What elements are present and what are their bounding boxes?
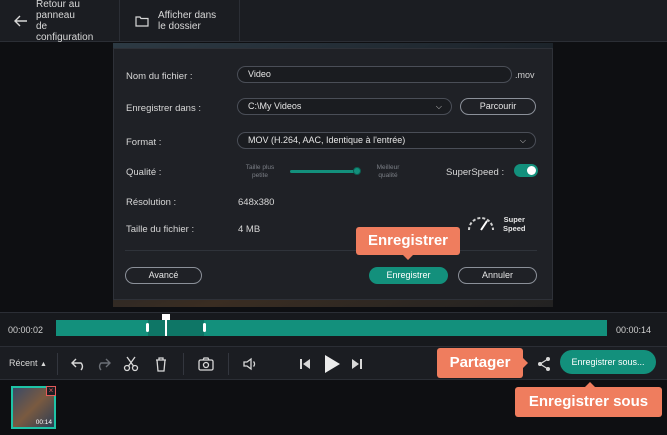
skip-forward-icon[interactable] <box>348 355 366 373</box>
filename-extension: .mov <box>515 70 535 80</box>
save-in-label: Enregistrer dans : <box>126 103 201 114</box>
quality-label: Qualité : <box>126 167 162 178</box>
superspeed-label: SuperSpeed : <box>446 167 505 178</box>
quality-high-hint: Meilleur qualité <box>376 164 400 179</box>
cut-marker-right[interactable] <box>203 323 206 332</box>
top-bar: Retour au panneau de configuration Affic… <box>0 0 667 43</box>
chevron-down-icon: ⌵ <box>519 136 526 145</box>
back-to-panel-button[interactable]: Retour au panneau de configuration <box>0 0 120 43</box>
quality-low-hint: Taille plus petite <box>245 164 275 179</box>
close-icon[interactable]: × <box>46 386 56 396</box>
resolution-value: 648x380 <box>238 197 275 208</box>
filesize-value: 4 MB <box>238 224 261 235</box>
trash-icon[interactable] <box>152 355 170 373</box>
playhead[interactable] <box>162 314 170 336</box>
save-callout: Enregistrer <box>356 227 460 260</box>
quality-slider-track[interactable] <box>290 170 358 173</box>
toolbar-divider <box>228 353 229 375</box>
play-icon[interactable] <box>320 352 344 376</box>
save-button[interactable]: Enregistrer <box>369 267 448 284</box>
save-as-callout: Enregistrer sous <box>515 382 662 417</box>
toolbar-divider <box>183 353 184 375</box>
timeline-track[interactable] <box>56 320 607 336</box>
share-callout: Partager <box>437 348 528 378</box>
folder-icon <box>134 13 150 29</box>
video-editor-window: Retour au panneau de configuration Affic… <box>0 0 667 435</box>
format-label: Format : <box>126 137 162 148</box>
timeline-selection[interactable] <box>148 320 204 336</box>
filename-label: Nom du fichier : <box>126 71 193 82</box>
redo-icon[interactable] <box>94 355 112 373</box>
show-in-folder-button[interactable]: Afficher dans le dossier <box>120 0 240 42</box>
volume-icon[interactable] <box>242 355 260 373</box>
superspeed-toggle[interactable] <box>514 164 538 177</box>
quality-slider-thumb[interactable] <box>353 167 361 175</box>
recent-label: Récent <box>9 358 38 368</box>
filename-input[interactable]: Video <box>237 66 512 83</box>
end-time: 00:00:14 <box>616 325 652 335</box>
save-in-select[interactable]: C:\My Videos ⌵ <box>237 98 452 115</box>
save-in-value: C:\My Videos <box>248 101 302 111</box>
recent-menu[interactable]: Récent ▲ <box>9 358 47 368</box>
chevron-up-icon: ▲ <box>40 361 47 368</box>
back-to-panel-label: Retour au panneau de configuration <box>36 0 94 43</box>
format-select[interactable]: MOV (H.264, AAC, Identique à l'entrée) ⌵ <box>237 132 536 149</box>
chevron-down-icon: ⌵ <box>435 102 442 111</box>
save-as-button[interactable]: Enregistrer sous... <box>560 350 656 374</box>
undo-icon[interactable] <box>70 355 88 373</box>
clip-duration: 00:14 <box>35 419 52 426</box>
speedometer-icon <box>466 213 496 238</box>
filesize-label: Taille du fichier : <box>126 224 195 235</box>
browse-button[interactable]: Parcourir <box>460 98 536 115</box>
dialog-divider <box>125 250 537 251</box>
show-in-folder-label: Afficher dans le dossier <box>158 10 217 32</box>
cancel-button[interactable]: Annuler <box>458 267 537 284</box>
toolbar-divider <box>57 353 58 375</box>
cut-marker-left[interactable] <box>146 323 149 332</box>
clip-thumbnail[interactable]: × 00:14 <box>11 386 56 429</box>
superspeed-badge: Super Speed <box>503 215 526 233</box>
start-time: 00:00:02 <box>8 325 44 335</box>
share-icon[interactable] <box>535 355 553 373</box>
scissors-icon[interactable] <box>122 355 140 373</box>
format-value: MOV (H.264, AAC, Identique à l'entrée) <box>248 135 406 145</box>
advanced-button[interactable]: Avancé <box>125 267 202 284</box>
camera-icon[interactable] <box>197 355 215 373</box>
resolution-label: Résolution : <box>126 197 177 208</box>
skip-back-icon[interactable] <box>296 355 314 373</box>
arrow-left-icon <box>14 13 28 29</box>
